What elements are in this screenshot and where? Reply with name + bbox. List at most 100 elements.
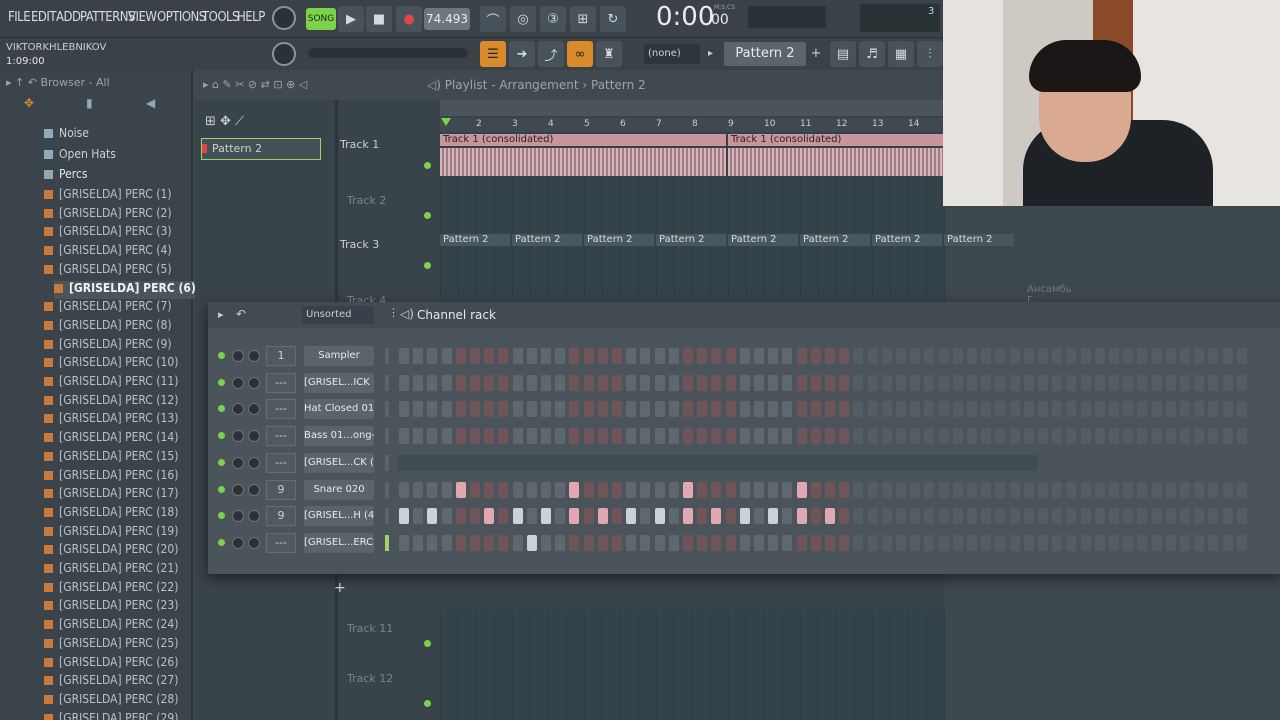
step-button[interactable]: [711, 374, 722, 391]
browser-file-item[interactable]: [GRISELDA] PERC (20): [44, 542, 178, 560]
step-button-inactive[interactable]: [1109, 401, 1119, 418]
step-button-inactive[interactable]: [896, 481, 906, 498]
step-button-inactive[interactable]: [1194, 374, 1205, 391]
step-button[interactable]: [484, 348, 495, 364]
step-button[interactable]: [512, 401, 523, 418]
step-button-inactive[interactable]: [1123, 374, 1134, 391]
step-button[interactable]: [541, 348, 551, 364]
step-button-inactive[interactable]: [881, 508, 892, 525]
step-button[interactable]: [697, 481, 708, 498]
channel-pan-knob[interactable]: [248, 456, 260, 469]
step-button[interactable]: [640, 374, 651, 391]
step-button-inactive[interactable]: [1236, 481, 1247, 498]
track-header[interactable]: Track 12: [347, 672, 439, 685]
step-button-inactive[interactable]: [1137, 481, 1148, 498]
step-button-inactive[interactable]: [1180, 508, 1190, 525]
step-button-inactive[interactable]: [1094, 481, 1105, 498]
step-button[interactable]: [683, 401, 693, 418]
step-button-inactive[interactable]: [1038, 374, 1048, 391]
step-button-inactive[interactable]: [1236, 348, 1247, 364]
track-mute-led[interactable]: [424, 162, 431, 169]
step-button[interactable]: [597, 534, 608, 551]
channel-select-indicator[interactable]: [385, 481, 389, 498]
step-button-inactive[interactable]: [1023, 428, 1034, 445]
step-button[interactable]: [754, 374, 764, 391]
step-button[interactable]: [739, 428, 750, 445]
step-button[interactable]: [640, 428, 651, 445]
channel-name-button[interactable]: [GRISEL...CK (15): [304, 452, 374, 473]
browser-file-item[interactable]: [GRISELDA] PERC (15): [44, 449, 178, 467]
step-button-inactive[interactable]: [867, 348, 878, 364]
step-button[interactable]: [839, 401, 850, 418]
step-button[interactable]: [455, 508, 466, 525]
step-button-inactive[interactable]: [995, 428, 1006, 445]
piano-roll-preview[interactable]: [398, 454, 1038, 471]
step-button-inactive[interactable]: [853, 534, 864, 551]
step-button[interactable]: [754, 428, 764, 445]
channel-mixer-track[interactable]: ---: [266, 372, 296, 393]
pattern-selector[interactable]: Pattern 2: [724, 42, 806, 66]
step-button[interactable]: [441, 428, 452, 445]
step-button[interactable]: [526, 508, 537, 525]
step-button-inactive[interactable]: [1208, 534, 1219, 551]
step-button-inactive[interactable]: [1080, 401, 1091, 418]
slide-button[interactable]: ⤴: [538, 41, 564, 67]
step-button[interactable]: [654, 508, 665, 525]
step-button[interactable]: [825, 401, 835, 418]
step-button-inactive[interactable]: [981, 534, 992, 551]
step-button[interactable]: [668, 481, 679, 498]
step-button-inactive[interactable]: [967, 401, 977, 418]
step-button[interactable]: [839, 348, 850, 364]
step-button-inactive[interactable]: [881, 534, 892, 551]
step-button[interactable]: [597, 348, 608, 364]
step-button-inactive[interactable]: [1165, 428, 1176, 445]
step-button-inactive[interactable]: [952, 481, 963, 498]
browser-file-item[interactable]: [GRISELDA] PERC (2): [44, 206, 172, 224]
step-button-inactive[interactable]: [1066, 481, 1077, 498]
step-button[interactable]: [825, 481, 835, 498]
step-button[interactable]: [626, 401, 637, 418]
step-button[interactable]: [427, 401, 438, 418]
step-button[interactable]: [697, 508, 708, 525]
step-button[interactable]: [555, 401, 566, 418]
countdown-button[interactable]: ③: [540, 6, 566, 32]
step-button-inactive[interactable]: [1194, 534, 1205, 551]
step-button[interactable]: [782, 374, 793, 391]
step-button[interactable]: [597, 508, 608, 525]
step-button-inactive[interactable]: [952, 401, 963, 418]
step-button[interactable]: [782, 348, 793, 364]
step-button-inactive[interactable]: [1236, 428, 1247, 445]
step-button[interactable]: [626, 348, 637, 364]
track-header[interactable]: Track 1: [340, 138, 432, 151]
step-button[interactable]: [541, 481, 551, 498]
step-button[interactable]: [668, 534, 679, 551]
step-button-inactive[interactable]: [896, 348, 906, 364]
channel-pan-knob[interactable]: [248, 376, 260, 389]
step-button-inactive[interactable]: [1222, 374, 1233, 391]
channel-name-button[interactable]: Sampler: [304, 346, 374, 366]
step-button-inactive[interactable]: [1194, 428, 1205, 445]
loop-record-button[interactable]: ↻: [600, 6, 626, 32]
step-button[interactable]: [782, 428, 793, 445]
step-button[interactable]: [484, 374, 495, 391]
step-button-inactive[interactable]: [924, 401, 935, 418]
channel-mute-led[interactable]: [218, 352, 225, 359]
step-button-inactive[interactable]: [1094, 401, 1105, 418]
step-button-inactive[interactable]: [1052, 374, 1063, 391]
playlist-button[interactable]: ☰: [480, 41, 506, 67]
step-button[interactable]: [796, 534, 807, 551]
step-button[interactable]: [768, 481, 779, 498]
step-button-inactive[interactable]: [1123, 481, 1134, 498]
snap-select[interactable]: (none): [644, 44, 700, 64]
step-button-inactive[interactable]: [1066, 348, 1077, 364]
step-button[interactable]: [512, 428, 523, 445]
step-button-inactive[interactable]: [967, 428, 977, 445]
step-button[interactable]: [455, 401, 466, 418]
step-button[interactable]: [612, 534, 622, 551]
step-button[interactable]: [810, 401, 821, 418]
step-button-inactive[interactable]: [1052, 428, 1063, 445]
step-button-inactive[interactable]: [1080, 348, 1091, 364]
channel-volume-knob[interactable]: [232, 483, 244, 496]
step-button[interactable]: [739, 508, 750, 525]
step-button-inactive[interactable]: [1038, 348, 1048, 364]
